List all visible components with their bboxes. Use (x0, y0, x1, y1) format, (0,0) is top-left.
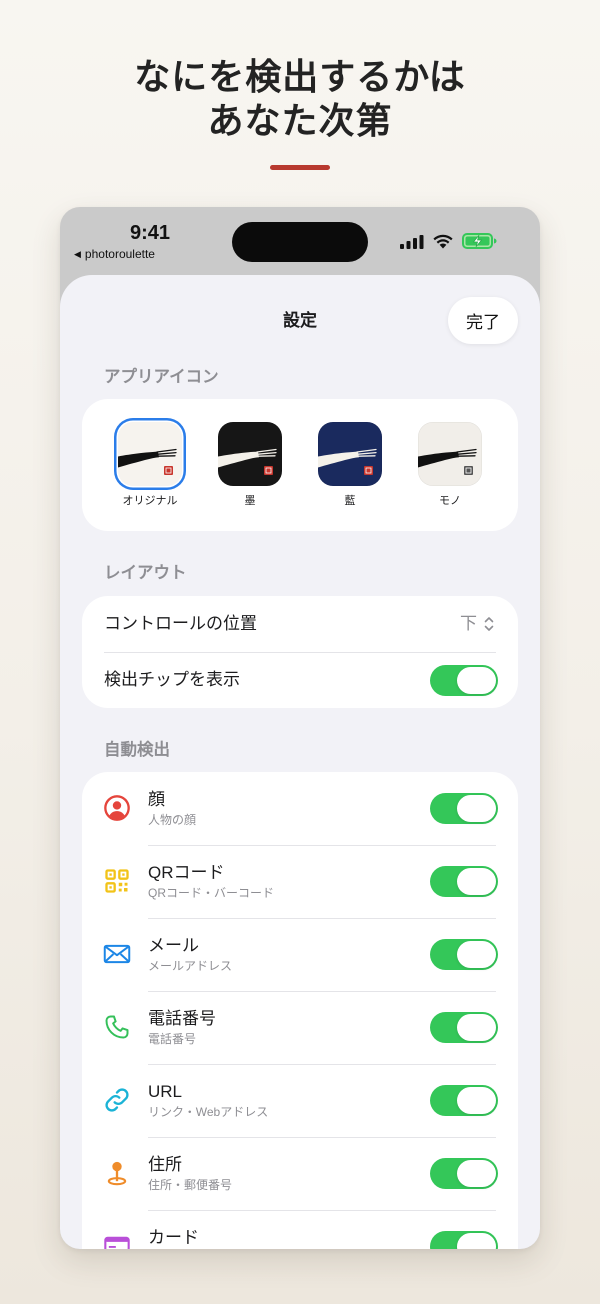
settings-sheet: 設定 完了 アプリアイコン オリジナル 墨 藍 モノ レイアウト コントロールの… (60, 275, 540, 1249)
toggle-knob (457, 1014, 496, 1041)
face-icon (103, 794, 131, 822)
brush-logo-icon (418, 448, 477, 475)
map-pin-icon (103, 1159, 131, 1187)
show-chips-row: 検出チップを表示 (82, 652, 518, 708)
card-detection-toggle[interactable] (430, 1231, 498, 1249)
back-app-name: photoroulette (84, 247, 155, 261)
dynamic-island (232, 222, 368, 262)
app-icon-sumi (218, 422, 282, 486)
app-icon-label: 藍 (344, 495, 356, 507)
url-detection-toggle[interactable] (430, 1085, 498, 1116)
app-icon-ai (318, 422, 382, 486)
detect-row-text: カード (148, 1227, 199, 1248)
app-icon-option-mono[interactable]: モノ (400, 422, 500, 509)
app-icon-label: オリジナル (122, 495, 178, 507)
brush-logo-icon (318, 448, 377, 475)
face-detection-toggle[interactable] (430, 793, 498, 824)
brush-logo-icon (118, 448, 177, 475)
detect-row-phone: 電話番号 電話番号 (82, 991, 518, 1064)
control-position-picker[interactable]: 下 (460, 613, 494, 635)
qr-detection-toggle[interactable] (430, 866, 498, 897)
card-icon (103, 1232, 131, 1249)
detect-row-text: URL リンク・Webアドレス (148, 1081, 268, 1120)
app-icon-label: 墨 (244, 495, 256, 507)
wifi-icon (433, 234, 453, 249)
phone-icon (103, 1013, 131, 1041)
detect-row-card: カード (82, 1210, 518, 1249)
accent-underline (270, 165, 330, 170)
app-icon-original (118, 422, 182, 486)
phone-screen: 9:41 ◀ photoroulette 設定 完了 アプリアイコン オリジナル… (60, 207, 540, 1249)
detect-title: URL (148, 1082, 183, 1101)
headline-line-2: あなた次第 (207, 101, 393, 142)
detect-row-text: QRコード QRコード・バーコード (148, 862, 274, 901)
detect-title: メール (148, 936, 199, 955)
app-icon-card: オリジナル 墨 藍 モノ (82, 399, 518, 531)
section-header-layout: レイアウト (104, 564, 187, 582)
section-header-auto-detect: 自動検出 (104, 741, 170, 759)
detect-title: 顔 (148, 790, 165, 809)
cellular-signal-icon (400, 235, 424, 249)
section-header-app-icon: アプリアイコン (104, 368, 219, 386)
detect-row-face: 顔 人物の顔 (82, 772, 518, 845)
app-icon-option-ai[interactable]: 藍 (300, 422, 400, 509)
detect-title: カード (148, 1228, 199, 1247)
layout-card: コントロールの位置 下 検出チップを表示 (82, 596, 518, 708)
toggle-knob (457, 941, 496, 968)
toggle-knob (457, 1233, 496, 1249)
toggle-knob (457, 868, 496, 895)
status-time: 9:41 (129, 222, 171, 244)
done-button[interactable]: 完了 (448, 297, 518, 344)
phone-detection-toggle[interactable] (430, 1012, 498, 1043)
back-to-app-link[interactable]: ◀ photoroulette (74, 246, 155, 262)
detect-row-text: 住所 住所・郵便番号 (148, 1154, 232, 1193)
toggle-knob (457, 666, 496, 694)
detect-title: 住所 (148, 1155, 182, 1174)
app-icon-mono (418, 422, 482, 486)
detect-row-text: 顔 人物の顔 (148, 789, 196, 828)
detect-row-qr: QRコード QRコード・バーコード (82, 845, 518, 918)
detect-row-address: 住所 住所・郵便番号 (82, 1137, 518, 1210)
detect-subtitle: リンク・Webアドレス (148, 1105, 269, 1119)
detect-subtitle: 電話番号 (148, 1032, 197, 1046)
detect-row-email: メール メールアドレス (82, 918, 518, 991)
email-detection-toggle[interactable] (430, 939, 498, 970)
show-chips-label: 検出チップを表示 (104, 670, 240, 689)
envelope-icon (103, 940, 131, 968)
app-icon-option-original[interactable]: オリジナル (100, 422, 200, 509)
show-chips-toggle[interactable] (430, 664, 498, 696)
toggle-knob (457, 795, 496, 822)
toggle-knob (457, 1087, 496, 1114)
link-icon (103, 1086, 131, 1114)
control-position-row[interactable]: コントロールの位置 下 (82, 596, 518, 652)
chevron-up-down-icon (484, 617, 494, 631)
detect-row-text: 電話番号 電話番号 (148, 1008, 216, 1047)
detect-subtitle: 住所・郵便番号 (148, 1178, 233, 1192)
brush-logo-icon (218, 448, 277, 475)
address-detection-toggle[interactable] (430, 1158, 498, 1189)
detect-row-text: メール メールアドレス (148, 935, 232, 974)
toggle-knob (457, 1160, 496, 1187)
control-position-value: 下 (460, 614, 477, 633)
app-icon-grid: オリジナル 墨 藍 モノ (100, 422, 500, 509)
headline-line-1: なにを検出するかは (134, 57, 466, 98)
control-position-label: コントロールの位置 (104, 614, 257, 633)
detect-row-url: URL リンク・Webアドレス (82, 1064, 518, 1137)
headline: なにを検出するかは あなた次第 (0, 56, 600, 144)
detect-subtitle: 人物の顔 (148, 813, 197, 827)
auto-detect-card: 顔 人物の顔 QRコード QRコード・バーコード メール メールアドレス 電話番… (82, 772, 518, 1249)
detect-subtitle: QRコード・バーコード (148, 886, 275, 900)
back-triangle-icon: ◀ (74, 249, 81, 259)
detect-title: 電話番号 (148, 1009, 216, 1028)
qr-code-icon (103, 867, 131, 895)
detect-title: QRコード (148, 863, 225, 882)
app-icon-label: モノ (439, 495, 461, 507)
app-icon-option-sumi[interactable]: 墨 (200, 422, 300, 509)
detect-subtitle: メールアドレス (148, 959, 233, 973)
battery-charging-icon (462, 233, 497, 249)
